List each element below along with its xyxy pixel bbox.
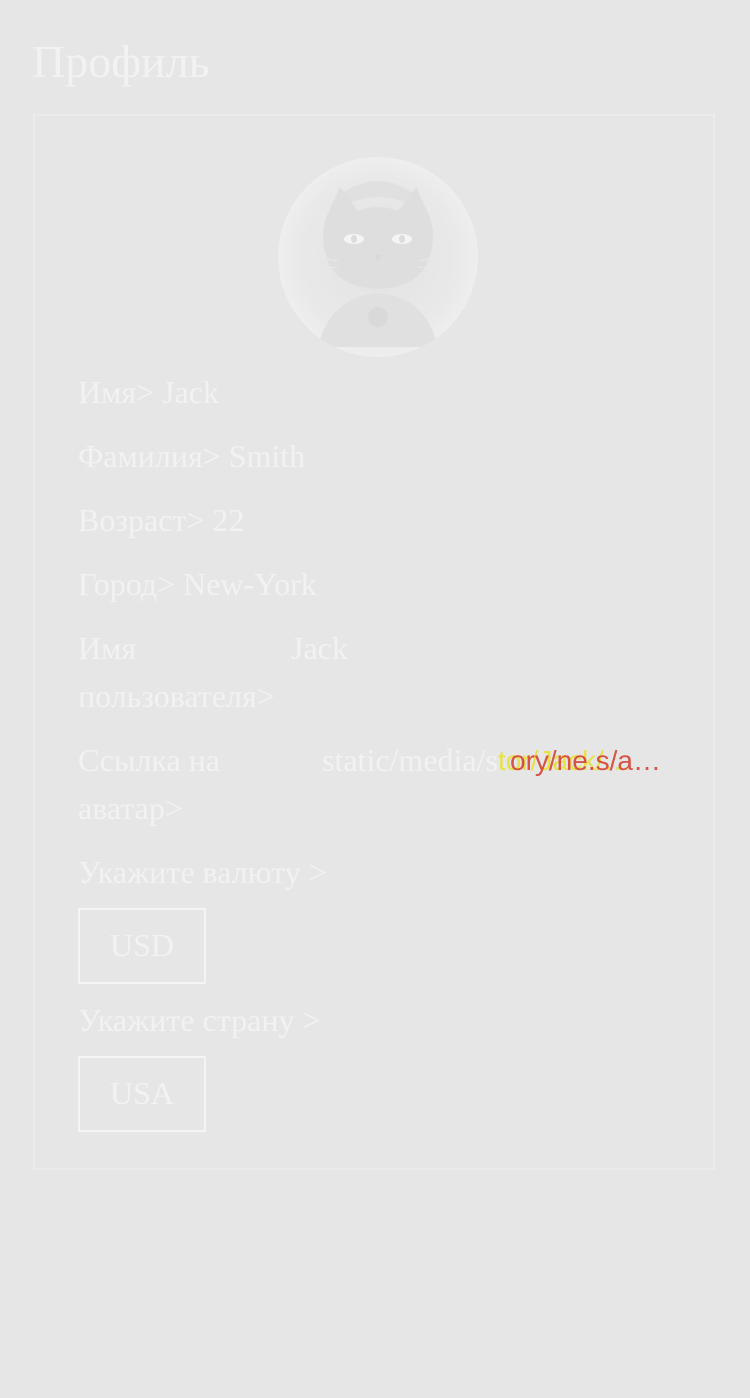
first-name-value: Jack [162,374,219,410]
first-name-label: Имя> [78,374,155,410]
avatar-link-overlay: tor/Jack/… ory/ne.s/a… [498,746,661,776]
black-cat-avatar-icon [278,157,478,357]
profile-card: Имя> Jack Фамилия> Smith Возраст> 22 Гор… [33,114,715,1170]
age-label: Возраст> [78,502,205,538]
age-value: 22 [212,502,245,538]
last-name-row: Фамилия> Smith [78,432,305,480]
last-name-label: Фамилия> [78,438,221,474]
avatar-link-label: Ссылка на аватар> [78,742,220,826]
city-value: New-York [183,566,317,602]
last-name-value: Smith [228,438,306,474]
avatar [278,157,478,357]
city-row: Город> New-York [78,560,317,608]
country-select[interactable]: USA [78,1056,206,1132]
profile-page: Профиль Имя> Jack Фамилия> Smith Возраст… [0,0,750,1398]
page-title: Профиль [32,36,210,87]
currency-select[interactable]: USD [78,908,206,984]
username-row: Имя пользователя> Jack [78,624,678,720]
first-name-row: Имя> Jack [78,368,219,416]
city-label: Город> [78,566,176,602]
username-value: Jack [291,630,348,666]
username-label: Имя пользователя> [78,630,275,714]
currency-label: Укажите валюту > [78,854,327,890]
avatar-link-row: Ссылка на аватар> static/media/s tor/Jac… [78,736,678,832]
age-row: Возраст> 22 [78,496,244,544]
country-label: Укажите страну > [78,1002,321,1038]
avatar-link-overlay-red: ory/ne.s/a… [510,745,661,776]
